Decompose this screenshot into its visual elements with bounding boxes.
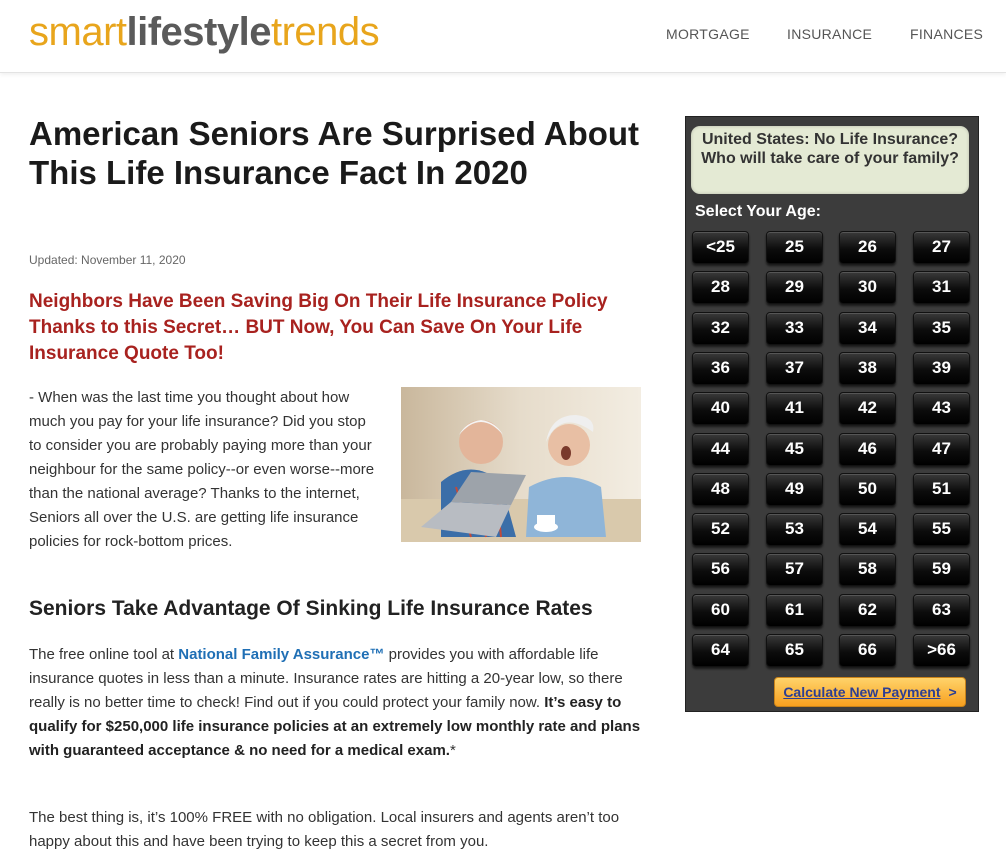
free-paragraph: The best thing is, it’s 100% FREE with n… xyxy=(29,809,620,850)
age-button[interactable]: 64 xyxy=(692,634,749,667)
age-button[interactable]: 35 xyxy=(913,312,970,345)
age-button[interactable]: 51 xyxy=(913,473,970,506)
age-button[interactable]: 63 xyxy=(913,594,970,627)
age-button[interactable]: 55 xyxy=(913,513,970,546)
seniors-laptop-photo xyxy=(401,387,641,542)
age-button[interactable]: 27 xyxy=(913,231,970,264)
age-button[interactable]: 38 xyxy=(839,352,896,385)
age-button[interactable]: 61 xyxy=(766,594,823,627)
age-button[interactable]: 62 xyxy=(839,594,896,627)
age-button[interactable]: 30 xyxy=(839,271,896,304)
article-headline: American Seniors Are Surprised About Thi… xyxy=(29,115,640,191)
age-button[interactable]: 42 xyxy=(839,392,896,425)
age-button[interactable]: <25 xyxy=(692,231,749,264)
age-button[interactable]: 45 xyxy=(766,433,823,466)
age-button[interactable]: 54 xyxy=(839,513,896,546)
intro-paragraph: - When was the last time you thought abo… xyxy=(29,389,375,550)
select-age-label: Select Your Age: xyxy=(695,203,821,220)
age-button[interactable]: >66 xyxy=(913,634,970,667)
age-button[interactable]: 37 xyxy=(766,352,823,385)
tool-paragraph: The free online tool at National Family … xyxy=(29,646,641,759)
age-button[interactable]: 32 xyxy=(692,312,749,345)
national-family-assurance-link[interactable]: National Family Assurance™ xyxy=(178,646,384,663)
age-button[interactable]: 28 xyxy=(692,271,749,304)
section-heading: Seniors Take Advantage Of Sinking Life I… xyxy=(29,597,593,620)
article-subhead: Neighbors Have Been Saving Big On Their … xyxy=(29,291,608,364)
widget-question: United States: No Life Insurance? Who wi… xyxy=(691,126,969,194)
age-button[interactable]: 52 xyxy=(692,513,749,546)
age-button[interactable]: 59 xyxy=(913,553,970,586)
age-button[interactable]: 60 xyxy=(692,594,749,627)
age-button[interactable]: 29 xyxy=(766,271,823,304)
age-button[interactable]: 47 xyxy=(913,433,970,466)
age-button[interactable]: 33 xyxy=(766,312,823,345)
age-button[interactable]: 44 xyxy=(692,433,749,466)
site-logo[interactable]: smartlifestyletrends xyxy=(29,8,380,56)
age-button[interactable]: 36 xyxy=(692,352,749,385)
age-button[interactable]: 56 xyxy=(692,553,749,586)
age-button[interactable]: 31 xyxy=(913,271,970,304)
age-button[interactable]: 41 xyxy=(766,392,823,425)
age-button[interactable]: 66 xyxy=(839,634,896,667)
age-button[interactable]: 26 xyxy=(839,231,896,264)
age-button[interactable]: 53 xyxy=(766,513,823,546)
nav-finances[interactable]: FINANCES xyxy=(910,26,983,42)
chevron-right-icon: > xyxy=(948,684,957,700)
age-button[interactable]: 65 xyxy=(766,634,823,667)
age-button[interactable]: 50 xyxy=(839,473,896,506)
age-button[interactable]: 39 xyxy=(913,352,970,385)
age-button[interactable]: 40 xyxy=(692,392,749,425)
age-selector-widget: United States: No Life Insurance? Who wi… xyxy=(685,116,979,712)
nav-insurance[interactable]: INSURANCE xyxy=(787,26,872,42)
age-button[interactable]: 25 xyxy=(766,231,823,264)
top-header: smartlifestyletrends MORTGAGE INSURANCE … xyxy=(0,0,1006,73)
nav-mortgage[interactable]: MORTGAGE xyxy=(666,26,750,42)
updated-date: Updated: November 11, 2020 xyxy=(29,253,186,267)
age-button[interactable]: 46 xyxy=(839,433,896,466)
age-button[interactable]: 34 xyxy=(839,312,896,345)
age-button[interactable]: 43 xyxy=(913,392,970,425)
age-button[interactable]: 57 xyxy=(766,553,823,586)
age-button[interactable]: 48 xyxy=(692,473,749,506)
age-button[interactable]: 58 xyxy=(839,553,896,586)
calculate-payment-button[interactable]: Calculate New Payment > xyxy=(774,677,966,707)
age-button[interactable]: 49 xyxy=(766,473,823,506)
